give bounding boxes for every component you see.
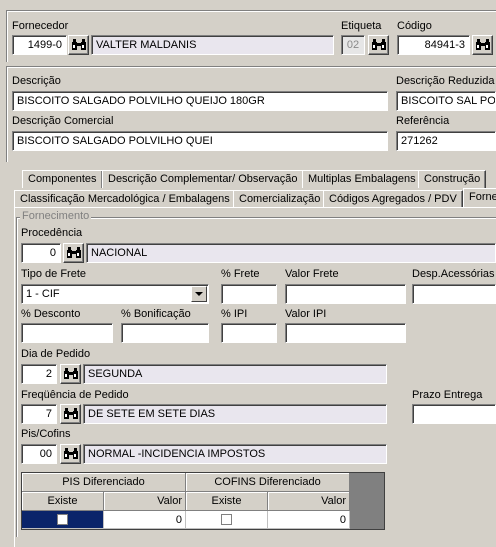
frequencia-pedido-label: Freqüência de Pedido [21,389,129,401]
etiqueta-label: Etiqueta [341,20,382,32]
pis-cofins-code-field[interactable]: 00 [21,444,57,464]
dia-pedido-label: Dia de Pedido [21,348,91,360]
descricao-reduzida-field[interactable]: BISCOITO SAL POL [396,91,496,111]
binoculars-icon [63,448,78,459]
tab-construcao[interactable]: Construção [418,170,487,188]
pis-cofins-search-button[interactable] [60,444,81,464]
valor-ipi-field[interactable] [285,323,406,343]
descricao-label: Descrição [12,75,61,87]
frequencia-pedido-name-field: DE SETE EM SETE DIAS [83,404,387,424]
binoculars-icon [63,408,78,419]
cofins-existe-checkbox[interactable] [221,514,232,525]
supplier-label: Fornecedor [12,20,69,32]
pct-frete-field[interactable] [221,284,277,304]
procedencia-label: Procedência [21,227,83,239]
descricao-comercial-label: Descrição Comercial [12,115,114,127]
tab-componentes[interactable]: Componentes [22,170,103,188]
tab-fornecimento[interactable]: Forne [463,188,496,208]
descricao-reduzida-label: Descrição Reduzida [396,75,495,87]
grid-cell-cofins-valor[interactable]: 0 [268,511,350,529]
etiqueta-field[interactable]: 02 [341,35,365,55]
prazo-entrega-label: Prazo Entrega [412,389,483,401]
binoculars-icon [71,39,86,50]
valor-ipi-label: Valor IPI [285,308,327,320]
grid-col-cofins-valor: Valor [268,492,350,511]
tipo-frete-label: Tipo de Frete [21,268,87,280]
etiqueta-search-button[interactable] [368,35,389,55]
grid-cell-pis-valor[interactable]: 0 [104,511,186,529]
valor-frete-field[interactable] [285,284,406,304]
supplier-code-field[interactable]: 1499-0 [12,35,67,55]
grid-col-cofins-existe: Existe [186,492,268,511]
prazo-entrega-field[interactable] [412,404,496,424]
frequencia-pedido-search-button[interactable] [60,404,81,424]
procedencia-name-field: NACIONAL [86,243,496,263]
binoculars-icon [63,368,78,379]
procedencia-code-field[interactable]: 0 [21,243,61,263]
pct-bonificacao-field[interactable] [121,323,209,343]
referencia-label: Referência [396,115,450,127]
binoculars-icon [66,247,81,258]
dia-pedido-name-field: SEGUNDA [83,364,387,384]
tab-multiplas-embalagens[interactable]: Multiplas Embalagens [302,170,422,188]
tipo-frete-dropdown-button[interactable] [191,286,207,302]
grid-col-pis-existe: Existe [22,492,104,511]
tipo-frete-value: 1 - CIF [26,288,60,300]
frequencia-pedido-code-field[interactable]: 7 [21,404,57,424]
desp-acessorias-label: Desp.Acessórias [412,268,495,280]
tab-codigos-agregados[interactable]: Códigos Agregados / PDV [323,190,463,208]
chevron-down-icon [195,291,203,296]
grid-col-pis-valor: Valor [104,492,186,511]
supplier-search-button[interactable] [68,35,89,55]
pct-frete-label: % Frete [221,268,260,280]
dia-pedido-code-field[interactable]: 2 [21,364,57,384]
pis-cofins-grid[interactable]: PIS Diferenciado COFINS Diferenciado Exi… [21,472,385,530]
tab-descricao-complementar[interactable]: Descrição Complementar/ Observação [102,170,304,188]
grid-cell-cofins-existe[interactable] [186,511,268,529]
fornecimento-title: Fornecimento [20,210,92,222]
pct-desconto-field[interactable] [21,323,113,343]
desp-acessorias-field[interactable] [412,284,496,304]
dia-pedido-search-button[interactable] [60,364,81,384]
grid-cell-pis-existe[interactable] [22,511,104,529]
binoculars-icon [371,39,386,50]
referencia-field[interactable]: 271262 [396,131,496,151]
supplier-name-field: VALTER MALDANIS [91,35,334,55]
pct-ipi-field[interactable] [221,323,277,343]
pct-ipi-label: % IPI [221,308,248,320]
grid-header-cofins: COFINS Diferenciado [186,473,350,492]
pct-desconto-label: % Desconto [21,308,81,320]
pis-cofins-label: Pis/Cofins [21,428,71,440]
grid-header-pis: PIS Diferenciado [22,473,186,492]
codigo-search-button[interactable] [472,35,493,55]
tab-classificacao[interactable]: Classificação Mercadológica / Embalagens [14,190,236,208]
procedencia-search-button[interactable] [63,243,84,263]
valor-frete-label: Valor Frete [285,268,339,280]
codigo-label: Código [397,20,432,32]
pis-existe-checkbox[interactable] [57,514,68,525]
pct-bonificacao-label: % Bonificação [121,308,191,320]
pis-cofins-name-field: NORMAL -INCIDENCIA IMPOSTOS [83,444,387,464]
tab-comercializacao[interactable]: Comercialização [233,190,327,208]
tipo-frete-select[interactable]: 1 - CIF [21,284,209,304]
binoculars-icon [475,39,490,50]
codigo-field[interactable]: 84941-3 [397,35,470,55]
descricao-comercial-field[interactable]: BISCOITO SALGADO POLVILHO QUEI [12,131,388,151]
descricao-field[interactable]: BISCOITO SALGADO POLVILHO QUEIJO 180GR [12,91,388,111]
